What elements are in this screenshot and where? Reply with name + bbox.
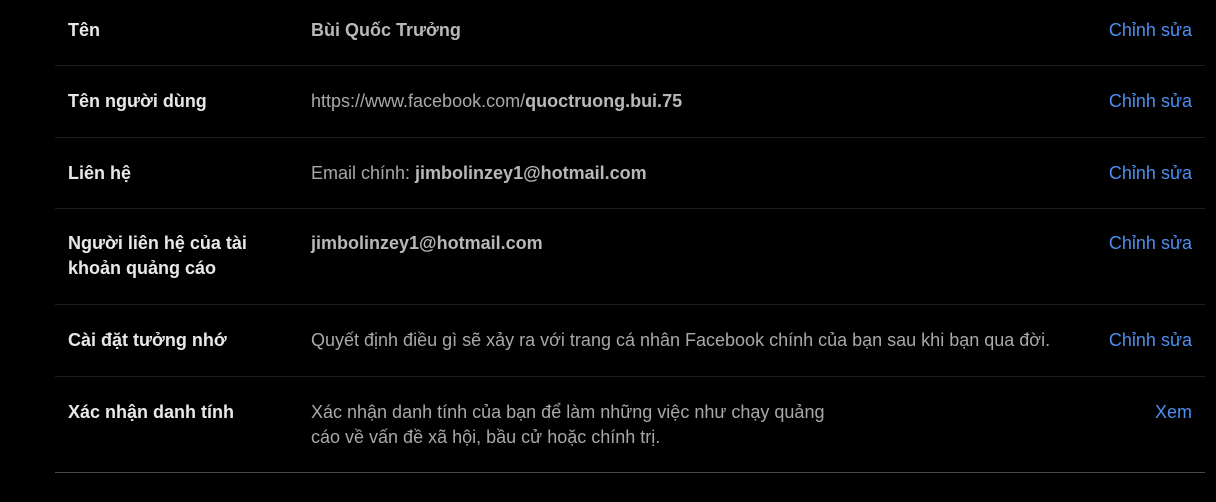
contact-email: jimbolinzey1@hotmail.com <box>415 163 647 183</box>
settings-row-ad-account-contact[interactable]: Người liên hệ của tài khoản quảng cáo ji… <box>55 209 1205 305</box>
row-value-name: Bùi Quốc Trưởng <box>311 20 461 40</box>
settings-row-username[interactable]: Tên người dùng https://www.facebook.com/… <box>55 66 1205 138</box>
row-label-memorialization: Cài đặt tưởng nhớ <box>68 330 227 350</box>
row-value-username: https://www.facebook.com/quoctruong.bui.… <box>311 89 682 114</box>
username-handle: quoctruong.bui.75 <box>525 91 683 111</box>
row-label-ad-account-contact-line1: Người liên hệ của tài <box>68 233 247 253</box>
username-url-prefix: https://www.facebook.com/ <box>311 91 526 111</box>
row-label-name: Tên <box>68 20 101 40</box>
settings-row-identity-confirmation[interactable]: Xác nhận danh tính Xác nhận danh tính củ… <box>55 377 1205 473</box>
settings-row-contact[interactable]: Liên hệ Email chính: jimbolinzey1@hotmai… <box>55 138 1205 209</box>
view-identity-confirmation-link[interactable]: Xem <box>1155 400 1192 425</box>
row-value-ad-account-contact: jimbolinzey1@hotmail.com <box>311 233 543 253</box>
identity-description-line2: cáo về vấn đề xã hội, bầu cử hoặc chính … <box>311 427 661 447</box>
settings-row-memorialization[interactable]: Cài đặt tưởng nhớ Quyết định điều gì sẽ … <box>55 305 1205 377</box>
contact-email-prefix: Email chính: <box>311 163 416 183</box>
row-label-ad-account-contact-line2: khoản quảng cáo <box>68 258 217 278</box>
account-settings-list: Tên Bùi Quốc Trưởng Chỉnh sửa Tên người … <box>55 0 1205 473</box>
edit-ad-account-contact-link[interactable]: Chỉnh sửa <box>1109 231 1192 256</box>
edit-contact-link[interactable]: Chỉnh sửa <box>1109 161 1192 186</box>
row-value-identity-confirmation: Xác nhận danh tính của bạn để làm những … <box>311 400 824 450</box>
edit-memorialization-link[interactable]: Chỉnh sửa <box>1109 328 1192 353</box>
row-label-ad-account-contact: Người liên hệ của tài khoản quảng cáo <box>68 231 283 281</box>
identity-description-line1: Xác nhận danh tính của bạn để làm những … <box>311 402 825 422</box>
edit-name-link[interactable]: Chỉnh sửa <box>1109 18 1192 43</box>
row-value-memorialization: Quyết định điều gì sẽ xảy ra với trang c… <box>311 330 1051 350</box>
edit-username-link[interactable]: Chỉnh sửa <box>1109 89 1192 114</box>
row-label-identity-confirmation: Xác nhận danh tính <box>68 402 235 422</box>
row-label-contact: Liên hệ <box>68 163 132 183</box>
row-value-contact: Email chính: jimbolinzey1@hotmail.com <box>311 161 647 186</box>
settings-row-name[interactable]: Tên Bùi Quốc Trưởng Chỉnh sửa <box>55 0 1205 66</box>
row-label-username: Tên người dùng <box>68 91 207 111</box>
